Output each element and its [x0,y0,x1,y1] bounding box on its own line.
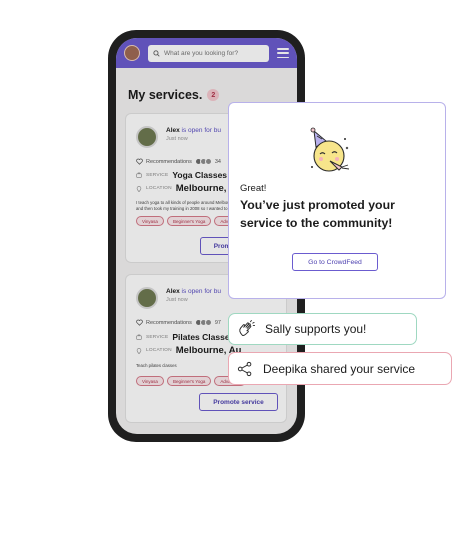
party-face-icon [310,127,350,172]
posted-time: Just now [166,297,188,303]
provider-avatar [136,287,158,309]
tag[interactable]: Vinyasa [136,376,164,386]
recommender-avatars [194,319,212,326]
provider-line: Alex is open for bu [166,288,221,295]
recommendations-row: Recommendations 34 [136,158,221,165]
promotion-success-modal: Great! You’ve just promoted your service… [228,102,446,299]
tag[interactable]: Beginner's Yoga [166,216,212,226]
notification-text: Sally supports you! [265,322,367,336]
service-icon [136,172,142,178]
service-label: SERVICE [146,172,169,178]
location-label: LOCATION [146,348,172,353]
location-pin-icon [136,347,142,354]
location-row: LOCATION Melbourne, Au [136,183,241,194]
user-avatar[interactable] [124,45,140,61]
search-box[interactable] [148,44,269,62]
clapping-hands-icon [239,320,255,336]
promote-service-button[interactable]: Promote service [199,393,278,411]
count-badge: 2 [207,89,220,101]
location-row: LOCATION Melbourne, Au [136,345,241,356]
heart-icon [136,319,143,326]
tag[interactable]: Vinyasa [136,216,164,226]
go-to-crowdfeed-button[interactable]: Go to CrowdFeed [292,253,378,271]
location-label: LOCATION [146,186,172,191]
provider-status: is open for bu [181,288,221,295]
tag[interactable]: Beginner's Yoga [166,376,212,386]
share-notification[interactable]: Deepika shared your service [228,352,452,385]
support-notification[interactable]: Sally supports you! [228,313,417,345]
section-header: My services. 2 [128,88,220,102]
hamburger-menu-icon[interactable] [277,48,289,58]
notification-text: Deepika shared your service [263,361,416,376]
service-name: Pilates Classe [172,332,230,342]
modal-headline: You’ve just promoted your service to the… [240,198,395,230]
service-icon [136,334,142,340]
service-row: SERVICE Yoga Classes [136,170,227,180]
search-icon [153,49,160,57]
recommender-avatars [194,158,212,165]
top-bar [116,38,297,68]
location-pin-icon [136,185,142,192]
recommendations-label: Recommendations [146,319,192,326]
provider-line: Alex is open for bu [166,127,221,134]
service-name: Yoga Classes [172,170,228,180]
modal-greeting: Great! [240,183,267,194]
service-label: SERVICE [146,334,169,340]
provider-avatar [136,126,158,148]
posted-time: Just now [166,136,188,142]
share-icon [237,361,252,376]
search-input[interactable] [164,49,264,57]
service-row: SERVICE Pilates Classe [136,332,230,342]
page-title: My services. [128,88,203,102]
provider-name: Alex [166,127,180,134]
recommendations-row: Recommendations 97 [136,319,221,326]
provider-status: is open for bu [181,127,221,134]
recommendations-count: 97 [214,319,221,326]
recommendations-count: 34 [214,158,221,165]
recommendations-label: Recommendations [146,158,192,165]
provider-name: Alex [166,288,180,295]
heart-icon [136,158,143,165]
